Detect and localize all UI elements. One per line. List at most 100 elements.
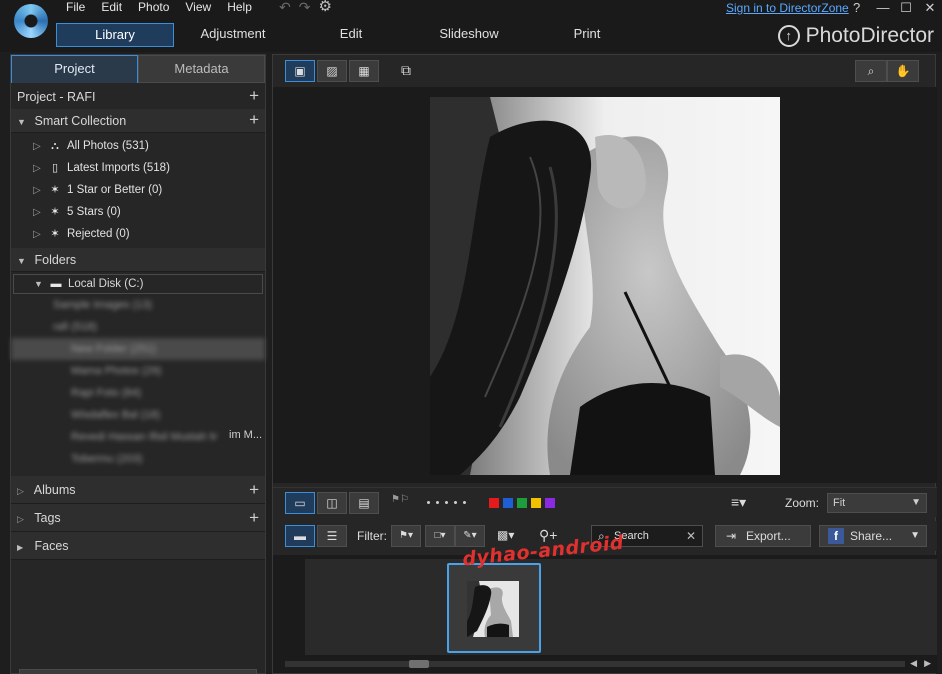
tags-header[interactable]: ▷ Tags + (11, 504, 265, 532)
star-dot-icon[interactable] (463, 501, 466, 504)
menu-file[interactable]: File (58, 0, 93, 16)
zoom-label: Zoom: (785, 496, 820, 510)
compare-view-icon[interactable]: ◫ (317, 492, 347, 514)
tab-metadata[interactable]: Metadata (138, 55, 265, 83)
color-label-red[interactable] (489, 498, 499, 508)
multi-view-icon[interactable]: ▤ (349, 492, 379, 514)
photo-thumbnail[interactable] (447, 563, 541, 653)
folder-local-disk[interactable]: ▼ ▬ Local Disk (C:) (13, 274, 263, 294)
folder-item-selected[interactable]: New Folder (251) (11, 338, 265, 360)
smart-item-5-stars[interactable]: ▷ ✶ 5 Stars (0) (11, 201, 265, 223)
smart-item-all-photos[interactable]: ▷ ⛬ All Photos (531) (11, 135, 265, 157)
folder-item[interactable]: Wisdaflex Bal (18) (11, 404, 265, 426)
filmstrip-scrollbar[interactable] (285, 660, 905, 668)
add-smart-collection-icon[interactable]: + (249, 109, 259, 131)
list-view-icon[interactable]: ☰ (317, 525, 347, 547)
tags-title: Tags (34, 511, 61, 525)
star-dot-icon[interactable] (454, 501, 457, 504)
second-display-icon[interactable]: ⧉ (393, 60, 419, 82)
flag-filter-icon[interactable]: ⚑▾ (391, 525, 421, 547)
magic-wand-icon: ✶ (50, 184, 60, 196)
minimize-button[interactable]: — (873, 0, 893, 16)
menu-view[interactable]: View (177, 0, 219, 16)
single-view-icon[interactable]: ▭ (285, 492, 315, 514)
gear-icon[interactable]: ⚙ (318, 0, 331, 14)
expand-triangle-icon: ▷ (17, 514, 24, 524)
menu-edit[interactable]: Edit (93, 0, 130, 16)
tab-print[interactable]: Print (528, 23, 646, 47)
zoom-tool-icon[interactable]: ⌕ (855, 60, 887, 82)
help-button[interactable]: ? (853, 0, 860, 15)
export-button[interactable]: ⇥ Export... (715, 525, 811, 547)
albums-title: Albums (33, 483, 76, 497)
color-label-yellow[interactable] (531, 498, 541, 508)
smart-item-label: Rejected (0) (67, 228, 130, 240)
color-label-green[interactable] (517, 498, 527, 508)
hand-tool-icon[interactable]: ✋ (887, 60, 919, 82)
color-label-purple[interactable] (545, 498, 555, 508)
folder-tree: Sample Images (13) rafi (518) New Folder… (11, 294, 265, 470)
smart-item-rejected[interactable]: ▷ ✶ Rejected (0) (11, 223, 265, 245)
tab-slideshow[interactable]: Slideshow (410, 23, 528, 47)
smart-item-latest-imports[interactable]: ▷ ▯ Latest Imports (518) (11, 157, 265, 179)
left-panel-scrollbar[interactable] (19, 669, 257, 674)
grid-mode-icon[interactable]: ▦ (349, 60, 379, 82)
flag-icon[interactable]: ⚑⚐ (391, 494, 409, 505)
share-button[interactable]: f Share... ▼ (819, 525, 927, 547)
scroll-left-icon[interactable]: ◀ (910, 658, 917, 669)
clear-search-icon[interactable]: ✕ (686, 526, 696, 546)
folder-item[interactable]: Revedi Hassan Ifisil Mustah Mom (11, 426, 217, 448)
maximize-button[interactable]: ☐ (896, 0, 916, 16)
redo-icon[interactable]: ↷ (299, 0, 311, 14)
hierarchy-icon: ⛬ (51, 140, 59, 152)
pen-filter-icon[interactable]: ✎▾ (455, 525, 485, 547)
viewer-mode-icon[interactable]: ▣ (285, 60, 315, 82)
folder-item[interactable]: Tobermu (203) (11, 448, 265, 470)
document-icon: ▯ (51, 162, 59, 174)
color-filter-icon[interactable]: □▾ (425, 525, 455, 547)
menu-help[interactable]: Help (219, 0, 260, 16)
app-logo-icon[interactable] (14, 4, 48, 38)
directorzone-signin-link[interactable]: Sign in to DirectorZone (726, 1, 849, 15)
tab-library[interactable]: Library (56, 23, 174, 47)
star-dot-icon[interactable] (445, 501, 448, 504)
smart-item-1-star[interactable]: ▷ ✶ 1 Star or Better (0) (11, 179, 265, 201)
close-button[interactable]: ✕ (920, 0, 940, 16)
add-tag-icon[interactable]: + (249, 504, 259, 532)
tab-project[interactable]: Project (11, 55, 138, 83)
add-project-icon[interactable]: + (249, 85, 259, 107)
folder-item[interactable]: Mama Photos (29) (11, 360, 265, 382)
menu-photo[interactable]: Photo (130, 0, 177, 16)
add-album-icon[interactable]: + (249, 476, 259, 504)
stack-icon[interactable]: ▩▾ (497, 528, 514, 542)
single-photo-mode-icon[interactable]: ▨ (317, 60, 347, 82)
thumbnail-area (305, 559, 937, 655)
collapse-triangle-icon: ▼ (34, 279, 43, 289)
tab-edit[interactable]: Edit (292, 23, 410, 47)
sort-options-icon[interactable]: ≡▾ (731, 494, 746, 511)
view-toolbar: ▣ ▨ ▦ ⧉ ⌕ ✋ (273, 55, 935, 85)
albums-header[interactable]: ▷ Albums + (11, 476, 265, 504)
smart-collection-header[interactable]: ▼ Smart Collection + (11, 109, 265, 133)
color-label-blue[interactable] (503, 498, 513, 508)
star-dot-icon[interactable] (427, 501, 430, 504)
undo-icon[interactable]: ↶ (279, 0, 291, 14)
tab-adjustment[interactable]: Adjustment (174, 23, 292, 47)
folder-item[interactable]: Sample Images (13) (11, 294, 265, 316)
chevron-down-icon: ▼ (911, 497, 921, 508)
expand-triangle-icon: ▷ (17, 486, 24, 496)
menu-bar: File Edit Photo View Help (58, 0, 260, 16)
photo-viewer[interactable] (273, 87, 937, 483)
scroll-right-icon[interactable]: ▶ (924, 658, 931, 669)
folder-item[interactable]: rafi (518) (11, 316, 265, 338)
scrollbar-thumb[interactable] (409, 660, 429, 668)
folders-header[interactable]: ▼ Folders (11, 248, 265, 272)
zoom-dropdown[interactable]: Fit ▼ (827, 493, 927, 513)
chevron-down-icon[interactable]: ▼ (910, 526, 920, 546)
mode-tabs: Library Adjustment Edit Slideshow Print (56, 23, 646, 47)
filmstrip-view-icon[interactable]: ▬ (285, 525, 315, 547)
star-dot-icon[interactable] (436, 501, 439, 504)
folder-item[interactable]: Rapi Foto (84) (11, 382, 265, 404)
faces-header[interactable]: ▶ Faces (11, 532, 265, 560)
thumbnail-image (467, 581, 519, 637)
